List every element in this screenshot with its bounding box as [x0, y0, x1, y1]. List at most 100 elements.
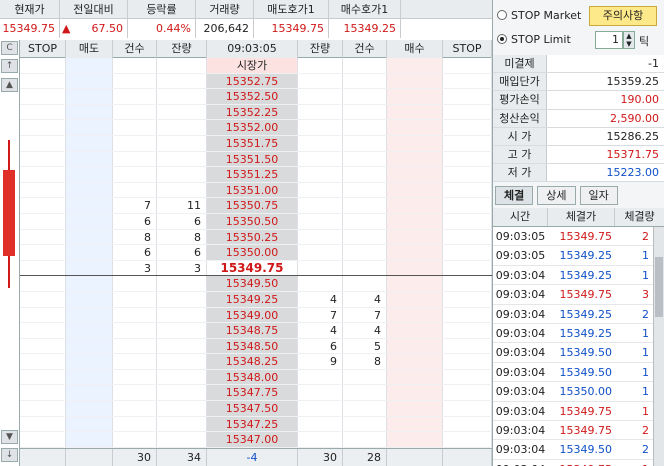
book-row[interactable]: 15351.25 [20, 167, 492, 183]
scroll-up-icon[interactable]: ↑ [1, 59, 18, 73]
book-row[interactable]: 15351.75 [20, 135, 492, 152]
book-row[interactable]: 시장가 [20, 58, 492, 74]
trades-header: 시간 체결가 체결량 [493, 208, 664, 227]
ask-count-cell [113, 104, 157, 120]
stop-market-radio[interactable]: STOP Market [497, 9, 581, 22]
book-row[interactable]: 15352.25 [20, 104, 492, 121]
hdr-time: 09:03:05 [207, 40, 298, 58]
tab-trades[interactable]: 체결 [495, 186, 534, 205]
book-row[interactable]: 15347.75 [20, 385, 492, 402]
ruler-c-button[interactable]: C [1, 41, 18, 55]
bid-remain-cell [298, 432, 343, 447]
book-row[interactable]: 15349.50 [20, 276, 492, 292]
bid-remain-cell [298, 401, 343, 416]
trade-price: 15349.25 [559, 307, 613, 321]
price-cell: 15349.00 [207, 307, 298, 323]
book-row[interactable]: 7 11 15350.75 [20, 198, 492, 214]
book-row[interactable]: 6 6 15350.50 [20, 213, 492, 230]
book-row[interactable]: 15351.50 [20, 151, 492, 168]
trades-scrollbar[interactable] [653, 227, 664, 466]
bid-remain-cell [298, 135, 343, 151]
hdr-buy-stop: STOP [443, 40, 492, 58]
buy-order-cell [387, 276, 443, 291]
book-row[interactable]: 15352.50 [20, 89, 492, 105]
info-value: 15359.25 [547, 73, 664, 91]
sell-order-cell [66, 276, 113, 291]
info-label: 시 가 [493, 127, 547, 145]
buy-stop-cell [443, 213, 492, 229]
trade-qty: 3 [642, 288, 649, 302]
sell-stop-cell [20, 260, 66, 276]
book-row[interactable]: 15348.00 [20, 369, 492, 386]
tab-daily[interactable]: 일자 [579, 186, 618, 205]
ask-count-cell [113, 182, 157, 198]
ask-count-cell [113, 58, 157, 73]
scroll-down-icon[interactable]: ↓ [1, 448, 18, 462]
bid-remain-total: 30 [298, 449, 343, 466]
book-row[interactable]: 15349.00 7 7 [20, 307, 492, 324]
sell-order-cell [66, 401, 113, 416]
trade-qty: 1 [642, 365, 649, 379]
buy-order-cell [387, 385, 443, 401]
bid-remain-cell: 4 [298, 323, 343, 338]
book-row[interactable]: 15347.50 [20, 401, 492, 417]
info-label: 평가손익 [493, 91, 547, 109]
sell-order-cell [66, 369, 113, 385]
book-row[interactable]: 15348.75 4 4 [20, 323, 492, 339]
price-cell: 15352.00 [207, 120, 298, 135]
ask-remain-cell [157, 291, 207, 307]
info-row: 미결제 -1 [493, 55, 664, 74]
buy-stop-cell [443, 291, 492, 307]
buy-stop-cell [443, 120, 492, 135]
book-row[interactable]: 15351.00 [20, 182, 492, 199]
tick-spinner[interactable]: ▲ ▼ [623, 31, 635, 49]
book-row[interactable]: 15352.00 [20, 120, 492, 136]
book-row[interactable]: 15349.25 4 4 [20, 291, 492, 308]
scroll-thumb[interactable] [655, 257, 663, 317]
tick-input[interactable]: 1 [595, 31, 623, 49]
ask-remain-cell [157, 307, 207, 323]
trade-time: 09:03:05 [495, 249, 546, 263]
trade-row: 09:03:04 15349.25 2 [493, 305, 653, 324]
book-row[interactable]: 15347.00 [20, 432, 492, 448]
change-cell: ▲ 67.50 [60, 19, 128, 38]
buy-stop-cell [443, 260, 492, 276]
warning-button[interactable]: 주의사항 [589, 6, 657, 26]
trade-time: 09:03:04 [495, 288, 546, 302]
change-value: 67.50 [91, 22, 124, 35]
bid1-price: 15349.25 [329, 19, 401, 38]
stop-limit-radio[interactable]: STOP Limit [497, 33, 571, 46]
ask-remain-cell [157, 120, 207, 135]
info-value: 15223.00 [547, 164, 664, 182]
scroll-down-arrow-icon[interactable]: ▼ [1, 430, 18, 444]
sell-stop-cell [20, 229, 66, 245]
trade-row: 09:03:04 15349.25 1 [493, 324, 653, 344]
book-row[interactable]: 3 3 15349.75 [20, 260, 492, 277]
scroll-up-arrow-icon[interactable]: ▲ [1, 78, 18, 92]
price-cell: 15349.25 [207, 291, 298, 307]
trade-qty: 1 [642, 268, 649, 282]
info-row: 매입단가 15359.25 [493, 73, 664, 92]
summary-values: 15349.75 ▲ 67.50 0.44% 206,642 15349.75 … [0, 19, 492, 38]
book-row[interactable]: 15347.25 [20, 416, 492, 433]
buy-stop-cell [443, 369, 492, 385]
tick-unit-label: 틱 [639, 35, 650, 48]
buy-order-cell [387, 198, 443, 213]
buy-stop-cell [443, 276, 492, 291]
info-value: -1 [547, 55, 664, 73]
hdr-bid-count: 건수 [343, 40, 387, 58]
buy-stop-cell [443, 338, 492, 354]
tab-detail[interactable]: 상세 [537, 186, 576, 205]
sell-stop-cell [20, 385, 66, 401]
book-row[interactable]: 8 8 15350.25 [20, 229, 492, 246]
trade-time: 09:03:04 [495, 307, 546, 321]
book-row[interactable]: 15348.50 6 5 [20, 338, 492, 355]
price-cell: 15348.25 [207, 354, 298, 369]
book-row[interactable]: 15352.75 [20, 73, 492, 90]
book-row[interactable]: 6 6 15350.00 [20, 245, 492, 261]
info-label: 저 가 [493, 164, 547, 182]
sell-order-cell [66, 198, 113, 213]
buy-order-cell [387, 338, 443, 354]
book-row[interactable]: 15348.25 9 8 [20, 354, 492, 370]
buy-order-cell [387, 135, 443, 151]
